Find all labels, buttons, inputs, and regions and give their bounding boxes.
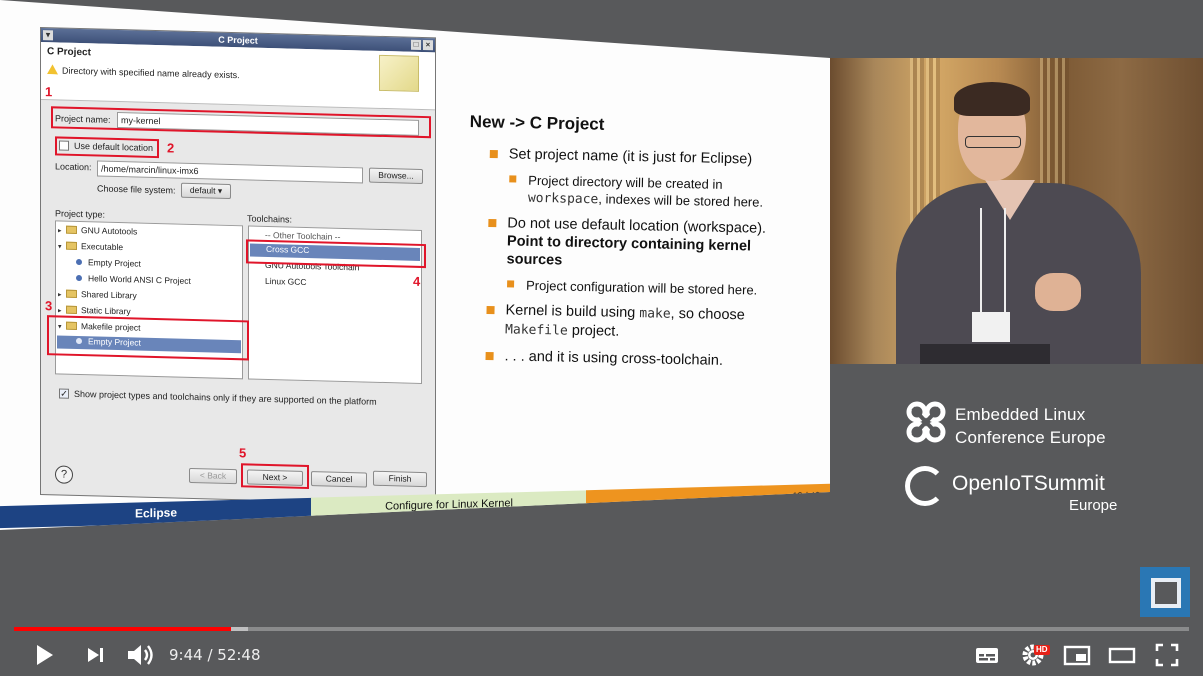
browse-button: Browse...: [369, 167, 423, 185]
tree-item-hello-world: Hello World ANSI C Project: [76, 273, 191, 286]
show-supported-checkbox: ✓: [59, 388, 69, 399]
podium: [920, 344, 1050, 364]
eclipse-c-project-dialog: ▾ C Project □ × C Project Directory with…: [40, 27, 436, 506]
annotation-number-1: 1: [45, 84, 53, 100]
elc-line-1: Embedded Linux: [955, 405, 1086, 424]
dialog-warning: Directory with specified name already ex…: [47, 64, 240, 80]
file-system-label: Choose file system:: [97, 183, 176, 196]
fullscreen-icon[interactable]: [1152, 640, 1182, 670]
bullet-default-location: Do not use default location (workspace).…: [487, 214, 808, 275]
time-display: 9:44 / 52:48: [169, 646, 261, 664]
close-icon: ×: [423, 40, 433, 51]
speaker-body: [896, 183, 1141, 364]
speaker-video-feed: [830, 58, 1203, 364]
project-icon: [76, 274, 82, 282]
folder-icon: [66, 241, 77, 250]
name-badge: [972, 312, 1010, 342]
volume-icon[interactable]: [124, 640, 156, 670]
annotation-number-4: 4: [413, 273, 421, 289]
project-icon: [76, 258, 82, 266]
bullet-kernel-make: Kernel is build using make, so choose Mak…: [486, 301, 807, 346]
slide-bullets: Set project name (it is just for Eclipse…: [485, 145, 810, 380]
annotation-box-1: [51, 106, 431, 139]
annotation-box-5: [241, 463, 309, 490]
dialog-header: C Project Directory with specified name …: [41, 42, 435, 111]
annotation-box-4: [246, 239, 426, 269]
window-menu-icon: ▾: [43, 30, 53, 41]
bullet-project-directory: Project directory will be created in work…: [509, 171, 810, 212]
play-icon[interactable]: [30, 640, 60, 670]
glasses-icon: [965, 136, 1021, 148]
warning-icon: [47, 64, 58, 74]
folder-icon: [66, 289, 77, 298]
show-supported-label: Show project types and toolchains only i…: [74, 388, 377, 407]
annotation-number-2: 2: [167, 140, 175, 156]
cancel-button: Cancel: [311, 471, 367, 488]
toolchains-label: Toolchains:: [247, 213, 293, 225]
hd-badge: HD: [1034, 645, 1050, 655]
location-input: /home/marcin/linux-imx6: [97, 160, 363, 184]
tree-item-static-library: ▸ Static Library: [58, 305, 131, 317]
project-type-label: Project type:: [55, 208, 106, 220]
annotation-number-5: 5: [239, 445, 247, 461]
slide-page-number: 13 / 49: [586, 483, 830, 513]
warning-text: Directory with specified name already ex…: [62, 65, 240, 81]
annotation-box-2: [55, 136, 159, 159]
theater-icon[interactable]: [1107, 640, 1137, 670]
slide-heading: New -> C Project: [469, 112, 605, 134]
bullet-cross-toolchain: . . . and it is using cross-toolchain.: [485, 347, 805, 372]
tree-item-empty-project: Empty Project: [76, 257, 141, 269]
annotation-number-3: 3: [45, 298, 53, 314]
help-icon: ?: [55, 465, 73, 484]
presentation-slide: ▾ C Project □ × C Project Directory with…: [0, 0, 830, 530]
miniplayer-icon[interactable]: [1062, 640, 1092, 670]
toolchain-linux-gcc: Linux GCC: [265, 275, 307, 287]
subtitles-icon[interactable]: [972, 640, 1002, 670]
elc-title: Embedded Linux Conference Europe: [955, 403, 1106, 449]
elc-line-2: Conference Europe: [955, 428, 1106, 447]
slide-footer-section: Eclipse: [0, 497, 312, 529]
next-icon[interactable]: [82, 640, 110, 670]
video-player[interactable]: ▾ C Project □ × C Project Directory with…: [0, 0, 1203, 676]
dialog-header-title: C Project: [47, 46, 91, 59]
openiot-subtitle: Europe: [1069, 497, 1118, 514]
annotation-box-3: [47, 315, 249, 361]
finish-button: Finish: [373, 470, 427, 488]
wizard-banner-icon: [379, 54, 419, 92]
back-button: < Back: [189, 467, 237, 485]
tree-item-shared-library: ▸ Shared Library: [58, 289, 137, 301]
file-system-select: default ▾: [181, 182, 231, 200]
tree-item-gnu-autotools: ▸ GNU Autotools: [58, 225, 138, 237]
progress-played: [14, 627, 231, 631]
openiot-title: OpenIoTSummit: [952, 472, 1105, 495]
folder-icon: [66, 225, 77, 234]
channel-watermark-icon[interactable]: [1140, 567, 1190, 617]
dialog-window-title: C Project: [218, 34, 258, 46]
maximize-icon: □: [411, 39, 421, 50]
file-system-value: default: [189, 184, 216, 196]
location-label: Location:: [55, 161, 92, 173]
bullet-set-project-name: Set project name (it is just for Eclipse…: [489, 145, 810, 170]
bullet-project-configuration: Project configuration will be stored her…: [507, 276, 807, 299]
elc-logo-icon: [906, 401, 946, 443]
openiot-logo-icon: [905, 466, 945, 506]
chevron-down-icon: ▾: [217, 185, 223, 196]
tree-item-executable: ▾ Executable: [58, 241, 124, 253]
folder-icon: [66, 305, 77, 314]
